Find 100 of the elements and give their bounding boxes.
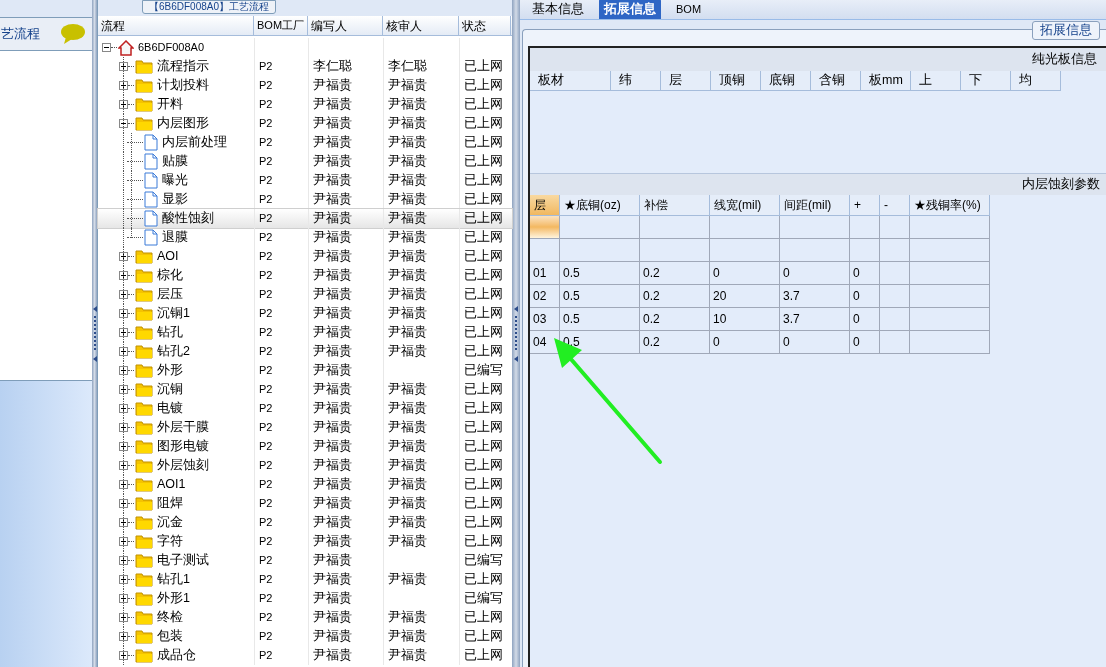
expand-icon[interactable] [119, 385, 128, 394]
tree-row[interactable]: 计划投料 P2 尹福贵 尹福贵 已上网 [98, 76, 512, 95]
collapse-icon[interactable] [102, 43, 111, 52]
folder-icon [135, 439, 153, 454]
column-header[interactable]: 编写人 [308, 16, 383, 35]
tree-row[interactable]: AOI P2 尹福贵 尹福贵 已上网 [98, 247, 512, 266]
column-header[interactable]: ★残铜率(%) [910, 195, 990, 216]
column-header[interactable]: 线宽(mil) [710, 195, 780, 216]
expand-icon[interactable] [119, 404, 128, 413]
expand-icon[interactable] [119, 309, 128, 318]
column-header[interactable]: 纬 [611, 71, 661, 91]
column-header[interactable]: 上 [911, 71, 961, 91]
expand-icon[interactable] [119, 290, 128, 299]
table-cell [640, 216, 710, 239]
tree-row[interactable]: 酸性蚀刻 P2 尹福贵 尹福贵 已上网 [98, 209, 512, 228]
expand-icon[interactable] [119, 347, 128, 356]
tree-row[interactable]: 内层图形 P2 尹福贵 尹福贵 已上网 [98, 114, 512, 133]
tree-row[interactable]: 终检 P2 尹福贵 尹福贵 已上网 [98, 608, 512, 627]
tree-row[interactable]: 阻焊 P2 尹福贵 尹福贵 已上网 [98, 494, 512, 513]
expand-icon[interactable] [119, 81, 128, 90]
tree-row[interactable]: 钻孔 P2 尹福贵 尹福贵 已上网 [98, 323, 512, 342]
collapse-icon[interactable] [119, 119, 128, 128]
column-header[interactable]: 间距(mil) [780, 195, 850, 216]
tree-row[interactable]: 字符 P2 尹福贵 尹福贵 已上网 [98, 532, 512, 551]
tree-row[interactable]: 开料 P2 尹福贵 尹福贵 已上网 [98, 95, 512, 114]
table-cell [710, 239, 780, 262]
column-header[interactable]: 层 [661, 71, 711, 91]
tree-item-label: 钻孔 [157, 324, 183, 342]
tree-row[interactable]: 沉金 P2 尹福贵 尹福贵 已上网 [98, 513, 512, 532]
tab[interactable]: BOM [671, 0, 707, 19]
column-header[interactable]: 补偿 [640, 195, 710, 216]
expand-icon[interactable] [119, 62, 128, 71]
tree-row[interactable]: 曝光 P2 尹福贵 尹福贵 已上网 [98, 171, 512, 190]
document-icon [144, 134, 158, 151]
expand-icon[interactable] [119, 594, 128, 603]
expand-icon[interactable] [119, 271, 128, 280]
column-header[interactable]: 层 [530, 195, 560, 216]
column-header[interactable]: 含铜 [811, 71, 861, 91]
table-cell: 10 [710, 308, 780, 331]
column-header[interactable]: + [850, 195, 880, 216]
expand-icon[interactable] [119, 651, 128, 660]
column-header[interactable]: BOM工厂 [254, 16, 308, 35]
tree-row[interactable]: 包装 P2 尹福贵 尹福贵 已上网 [98, 627, 512, 646]
column-header[interactable]: 顶铜 [711, 71, 761, 91]
table-cell-text: 尹福贵 [388, 153, 427, 171]
tree-row[interactable]: 外形 P2 尹福贵 已编写 [98, 361, 512, 380]
tree-row[interactable]: 电子测试 P2 尹福贵 已编写 [98, 551, 512, 570]
row-header[interactable]: 03 [530, 308, 560, 331]
expand-icon[interactable] [119, 499, 128, 508]
expand-icon[interactable] [119, 613, 128, 622]
column-header[interactable]: 底铜 [761, 71, 811, 91]
expand-icon[interactable] [119, 100, 128, 109]
expand-icon[interactable] [119, 423, 128, 432]
tree-row[interactable]: AOI1 P2 尹福贵 尹福贵 已上网 [98, 475, 512, 494]
folder-icon [135, 496, 153, 511]
tree-row[interactable]: 钻孔1 P2 尹福贵 尹福贵 已上网 [98, 570, 512, 589]
tab[interactable]: 拓展信息 [599, 0, 661, 19]
column-header[interactable]: 板mm [861, 71, 911, 91]
tree-row[interactable]: 外层蚀刻 P2 尹福贵 尹福贵 已上网 [98, 456, 512, 475]
tree-item-label: 成品仓 [157, 647, 196, 665]
tree-row[interactable]: 沉铜1 P2 尹福贵 尹福贵 已上网 [98, 304, 512, 323]
tree-row[interactable]: 6B6DF008A0 [98, 38, 512, 57]
tree-row[interactable]: 层压 P2 尹福贵 尹福贵 已上网 [98, 285, 512, 304]
column-header[interactable]: 核审人 [383, 16, 459, 35]
tree-row[interactable]: 外形1 P2 尹福贵 已编写 [98, 589, 512, 608]
tree-row[interactable]: 图形电镀 P2 尹福贵 尹福贵 已上网 [98, 437, 512, 456]
table-cell: 0.5 [560, 262, 640, 285]
expand-icon[interactable] [119, 632, 128, 641]
expand-icon[interactable] [119, 328, 128, 337]
expand-icon[interactable] [119, 537, 128, 546]
row-header[interactable]: 02 [530, 285, 560, 308]
tree-row[interactable]: 贴膜 P2 尹福贵 尹福贵 已上网 [98, 152, 512, 171]
tree-row[interactable]: 棕化 P2 尹福贵 尹福贵 已上网 [98, 266, 512, 285]
tree-row[interactable]: 外层干膜 P2 尹福贵 尹福贵 已上网 [98, 418, 512, 437]
tree-row[interactable]: 流程指示 P2 李仁聪 李仁聪 已上网 [98, 57, 512, 76]
expand-icon[interactable] [119, 366, 128, 375]
expand-icon[interactable] [119, 480, 128, 489]
table-cell-text: P2 [259, 211, 273, 227]
row-header[interactable]: 01 [530, 262, 560, 285]
table-cell-text: 已上网 [464, 495, 503, 513]
expand-icon[interactable] [119, 252, 128, 261]
tree-row[interactable]: 沉铜 P2 尹福贵 尹福贵 已上网 [98, 380, 512, 399]
tree-row[interactable]: 内层前处理 P2 尹福贵 尹福贵 已上网 [98, 133, 512, 152]
expand-icon[interactable] [119, 461, 128, 470]
tree-row[interactable]: 钻孔2 P2 尹福贵 尹福贵 已上网 [98, 342, 512, 361]
column-header[interactable]: 均 [1011, 71, 1061, 91]
expand-icon[interactable] [119, 442, 128, 451]
expand-icon[interactable] [119, 518, 128, 527]
column-header[interactable]: 状态 [459, 16, 511, 35]
tree-row[interactable]: 成品仓 P2 尹福贵 尹福贵 已上网 [98, 646, 512, 665]
expand-icon[interactable] [119, 556, 128, 565]
tree-row[interactable]: 电镀 P2 尹福贵 尹福贵 已上网 [98, 399, 512, 418]
tab[interactable]: 基本信息 [527, 0, 589, 19]
column-header[interactable]: 下 [961, 71, 1011, 91]
column-header[interactable]: ★底铜(oz) [560, 195, 640, 216]
column-header[interactable]: 流程 [98, 16, 254, 35]
expand-icon[interactable] [119, 575, 128, 584]
column-header[interactable]: 板材 [530, 71, 611, 91]
column-header[interactable]: - [880, 195, 910, 216]
tree-row[interactable]: 退膜 P2 尹福贵 尹福贵 已上网 [98, 228, 512, 247]
